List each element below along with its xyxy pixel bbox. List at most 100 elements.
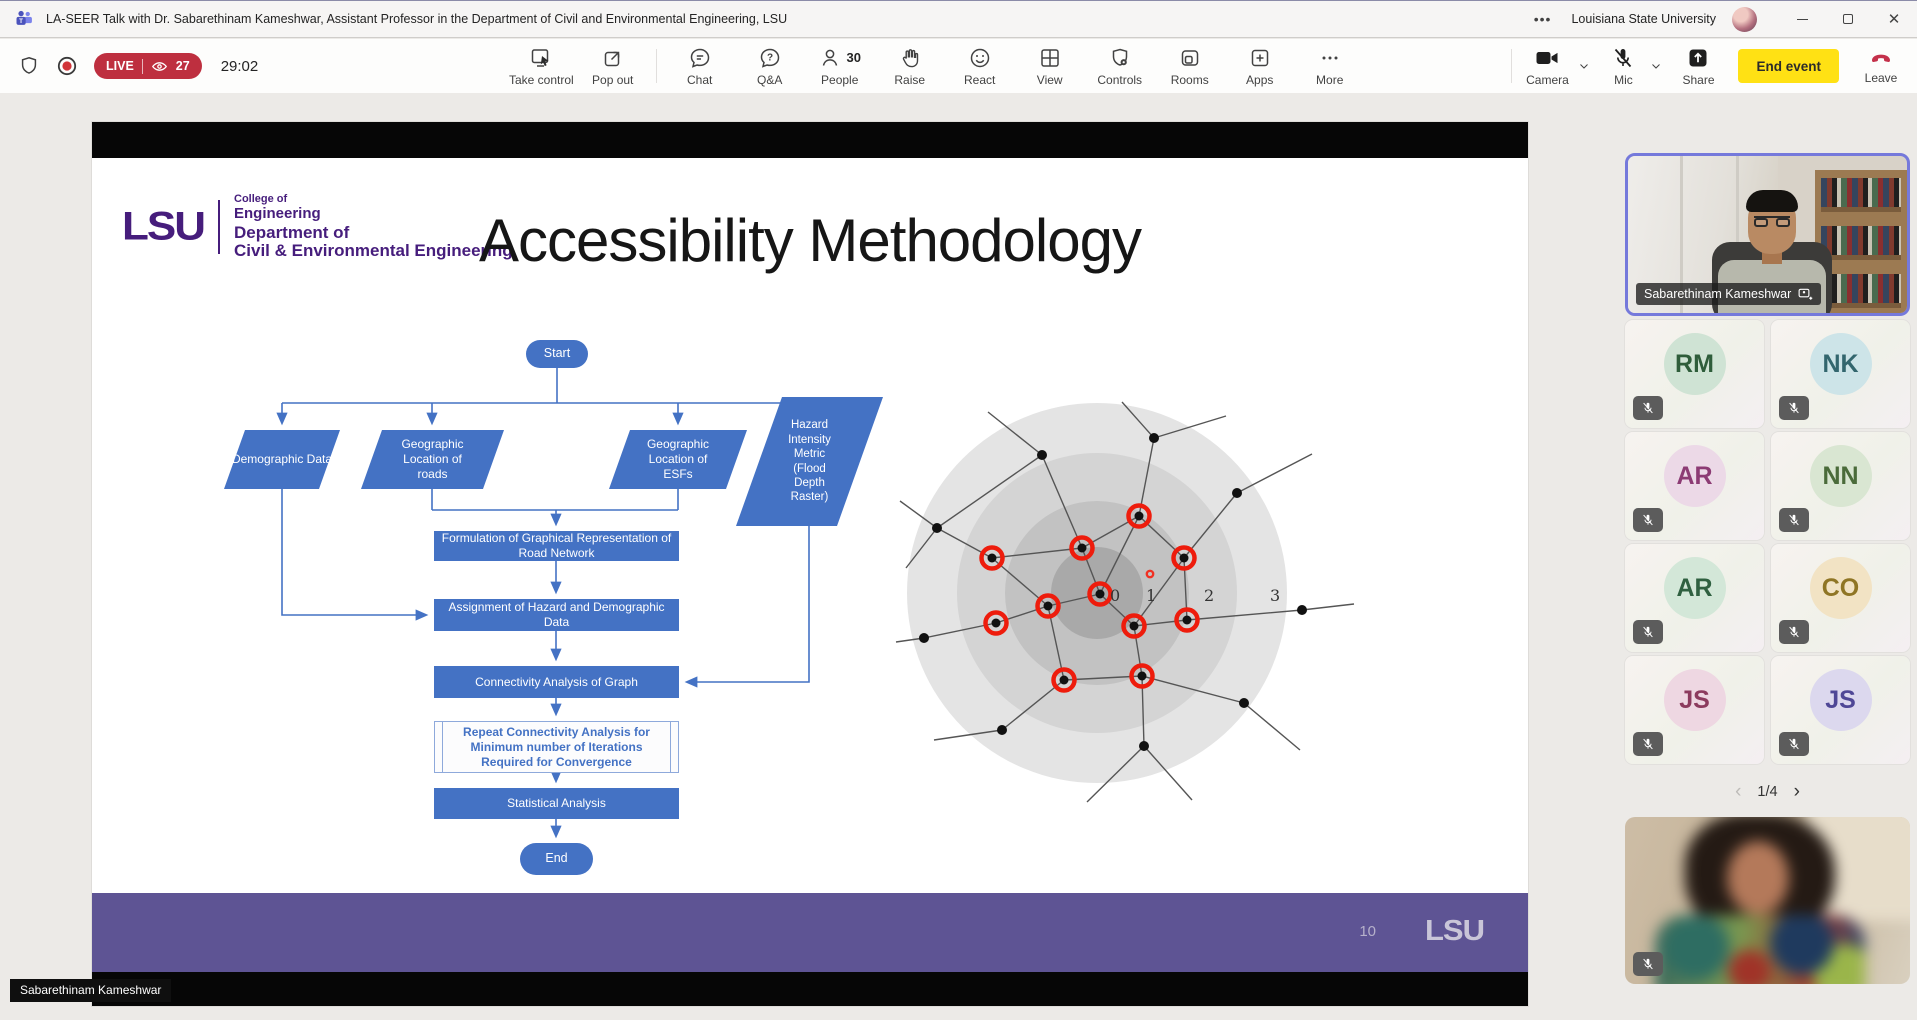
participant-initials: CO	[1810, 557, 1872, 619]
controls-button[interactable]: Controls	[1085, 39, 1155, 93]
camera-chevron-icon[interactable]	[1578, 60, 1590, 72]
people-label: People	[821, 73, 858, 87]
ring-label-3: 3	[1270, 586, 1280, 605]
speaker-name: Sabarethinam Kameshwar	[1644, 287, 1791, 301]
share-icon	[1686, 46, 1710, 70]
react-button[interactable]: React	[945, 39, 1015, 93]
apps-button[interactable]: Apps	[1225, 39, 1295, 93]
participant-initials: NK	[1810, 333, 1872, 395]
teams-app-icon: T	[14, 9, 34, 29]
mic-button[interactable]: Mic	[1600, 46, 1646, 87]
more-label: More	[1316, 73, 1343, 87]
view-button[interactable]: View	[1015, 39, 1085, 93]
mic-label: Mic	[1614, 73, 1633, 87]
account-avatar[interactable]	[1732, 7, 1757, 32]
participant-tile[interactable]: AR	[1625, 432, 1764, 540]
chat-button[interactable]: Chat	[665, 39, 735, 93]
share-button[interactable]: Share	[1672, 46, 1724, 87]
highlighted-nodes	[982, 506, 1198, 691]
participant-tile[interactable]: AR	[1625, 544, 1764, 652]
glasses	[1754, 216, 1790, 225]
window-title: LA-SEER Talk with Dr. Sabarethinam Kames…	[46, 12, 787, 26]
live-badge: LIVE 27	[94, 53, 202, 79]
camera-button[interactable]: Camera	[1520, 46, 1574, 87]
pagination-prev-icon[interactable]: ‹	[1735, 781, 1741, 803]
camera-label: Camera	[1526, 73, 1569, 87]
flowchart-statistical: Statistical Analysis	[434, 788, 679, 819]
speaker-video-tile[interactable]: Sabarethinam Kameshwar	[1625, 153, 1910, 316]
svg-text:?: ?	[767, 52, 773, 63]
close-button[interactable]: ✕	[1871, 1, 1917, 38]
raise-hand-button[interactable]: Raise	[875, 39, 945, 93]
mic-muted-icon	[1787, 737, 1801, 751]
slide-footer: 10 LSU	[92, 893, 1528, 972]
participant-tile[interactable]: RM	[1625, 320, 1764, 428]
pop-out-button[interactable]: Pop out	[578, 39, 648, 93]
mic-muted-badge	[1779, 732, 1809, 756]
mic-muted-icon	[1787, 513, 1801, 527]
titlebar-more-menu[interactable]: •••	[1530, 11, 1556, 27]
flowchart-connectivity: Connectivity Analysis of Graph	[434, 666, 679, 698]
rooms-button[interactable]: Rooms	[1155, 39, 1225, 93]
leave-button[interactable]: Leave	[1857, 47, 1905, 85]
maximize-button[interactable]	[1825, 1, 1871, 38]
title-bar: T LA-SEER Talk with Dr. Sabarethinam Kam…	[0, 0, 1917, 38]
pop-out-icon	[601, 46, 625, 70]
ring-label-2: 2	[1204, 586, 1214, 605]
participant-tile[interactable]: JS	[1625, 656, 1764, 764]
chat-icon	[688, 46, 712, 70]
mic-muted-icon	[1641, 625, 1655, 639]
teams-meeting-window: T LA-SEER Talk with Dr. Sabarethinam Kam…	[0, 0, 1917, 1020]
spotlight-icon	[1798, 288, 1813, 301]
camera-icon	[1534, 46, 1560, 70]
flowchart-end: End	[520, 843, 593, 875]
attendee-video-tile[interactable]	[1625, 817, 1910, 984]
qa-button[interactable]: ? Q&A	[735, 39, 805, 93]
participant-tile[interactable]: JS	[1771, 656, 1910, 764]
end-event-button[interactable]: End event	[1738, 49, 1839, 83]
footer-lsu-logo: LSU	[1425, 914, 1484, 947]
flowchart-formulation: Formulation of Graphical Representation …	[434, 531, 679, 561]
slide-content: LSU College of Engineering Department of…	[92, 158, 1528, 893]
speaker-name-tag: Sabarethinam Kameshwar	[1636, 283, 1821, 305]
more-button[interactable]: More	[1295, 39, 1365, 93]
flowchart-geo-esfs: Geographic Location of ESFs	[609, 430, 747, 489]
participant-initials: AR	[1664, 445, 1726, 507]
mic-muted-badge	[1633, 952, 1663, 976]
network-rings-diagram: 0 1 2 3	[892, 398, 1362, 828]
apps-label: Apps	[1246, 73, 1273, 87]
flowchart-hazard-metric: Hazard Intensity Metric (Flood Depth Ras…	[736, 397, 883, 526]
viewers-eye-icon	[151, 58, 168, 75]
leave-phone-icon	[1868, 47, 1894, 69]
logo-college-of: College of	[234, 194, 513, 206]
pagination-next-icon[interactable]: ›	[1794, 781, 1800, 803]
participant-initials: JS	[1810, 669, 1872, 731]
account-name: Louisiana State University	[1571, 12, 1716, 26]
mic-muted-badge	[1633, 396, 1663, 420]
raise-hand-icon	[898, 46, 922, 70]
live-label: LIVE	[106, 59, 134, 73]
qa-label: Q&A	[757, 73, 782, 87]
mic-muted-badge	[1779, 620, 1809, 644]
mic-chevron-icon[interactable]	[1650, 60, 1662, 72]
presenter-name-tag: Sabarethinam Kameshwar	[10, 979, 171, 1002]
participant-tile[interactable]: NN	[1771, 432, 1910, 540]
leave-label: Leave	[1865, 71, 1898, 85]
participants-panel: Sabarethinam Kameshwar RM NK AR	[1618, 93, 1917, 1020]
people-count: 30	[846, 50, 860, 65]
presentation-stage: LSU College of Engineering Department of…	[0, 93, 1610, 1020]
ring-label-1: 1	[1146, 586, 1156, 605]
participant-initials: AR	[1664, 557, 1726, 619]
participant-tile[interactable]: NK	[1771, 320, 1910, 428]
take-control-button[interactable]: Take control	[505, 39, 578, 93]
participant-tile[interactable]: CO	[1771, 544, 1910, 652]
mic-muted-icon	[1641, 401, 1655, 415]
slide-page-number: 10	[1359, 923, 1376, 940]
pop-out-label: Pop out	[592, 73, 633, 87]
people-button[interactable]: 30 People	[805, 39, 875, 93]
mic-muted-badge	[1633, 620, 1663, 644]
controls-shield-gear-icon	[1108, 46, 1132, 70]
react-smiley-icon	[968, 46, 992, 70]
minimize-button[interactable]	[1779, 1, 1825, 38]
mic-muted-badge	[1633, 732, 1663, 756]
